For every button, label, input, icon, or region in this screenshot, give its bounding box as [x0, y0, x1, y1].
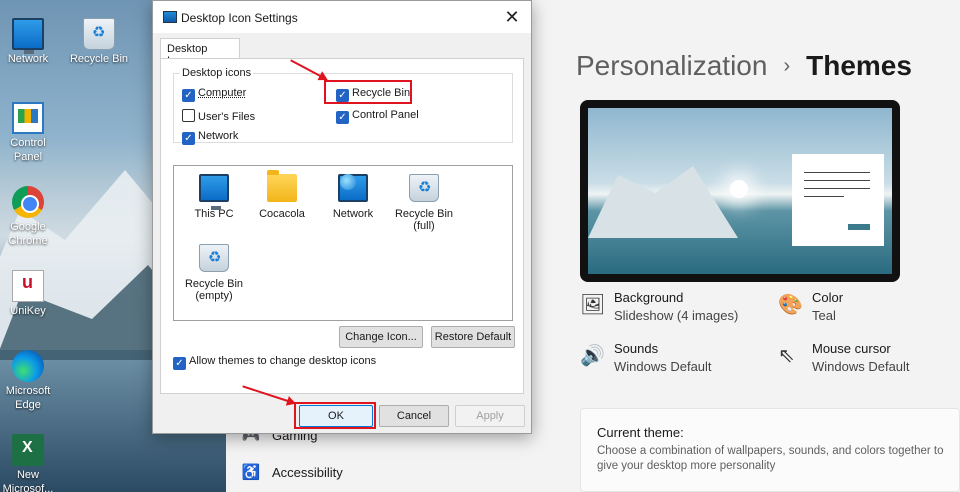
- cursor-icon: ⇖: [778, 345, 795, 367]
- desktop-icon-settings-dialog: Desktop Icon Settings ✕ Desktop Icons De…: [152, 0, 532, 434]
- setting-title: Mouse cursor: [812, 341, 891, 356]
- current-theme-heading: Current theme:: [597, 425, 684, 440]
- checkbox-network[interactable]: ✓ Network: [182, 130, 238, 145]
- list-item-label: Recycle Bin: [184, 278, 244, 290]
- recycle-bin-icon: [83, 18, 115, 50]
- desktop-icon-chrome[interactable]: Google Chrome: [0, 186, 60, 248]
- desktop-icon-network[interactable]: Network: [0, 18, 60, 66]
- setting-value: Teal: [812, 308, 836, 323]
- list-item-sublabel: (empty): [195, 290, 233, 302]
- list-item-recycle-bin-full[interactable]: Recycle Bin (full): [384, 174, 464, 232]
- image-icon: 🖼: [580, 294, 606, 316]
- palette-icon: 🎨: [778, 294, 803, 316]
- checkbox-allow-themes[interactable]: ✓ Allow themes to change desktop icons: [173, 355, 376, 370]
- desktop-icon-label: Microsoft Edge: [5, 385, 51, 411]
- page-title: Themes: [806, 50, 912, 81]
- setting-title: Sounds: [614, 341, 659, 356]
- checkbox-control-panel[interactable]: ✓ Control Panel: [336, 109, 419, 124]
- speaker-icon: 🔊: [580, 345, 605, 367]
- checkbox-label: Control Panel: [352, 109, 419, 121]
- checkbox-box[interactable]: ✓: [336, 111, 349, 124]
- theme-preview: [580, 100, 900, 282]
- breadcrumb-separator: ›: [783, 55, 791, 77]
- dialog-titlebar[interactable]: Desktop Icon Settings ✕: [153, 1, 531, 33]
- desktop-icon-label: UniKey: [10, 305, 46, 317]
- network-icon: [12, 18, 44, 54]
- desktop-icon-label: Control Panel: [10, 137, 46, 163]
- current-theme-description: Choose a combination of wallpapers, soun…: [597, 445, 944, 472]
- desktop-icon-excel[interactable]: New Microsof...: [0, 434, 60, 492]
- highlight-recycle-bin: [324, 80, 412, 104]
- desktop-icon-label: New Microsof...: [2, 469, 54, 492]
- monitor-icon: [163, 11, 177, 23]
- unikey-icon: [12, 270, 44, 302]
- checkbox-computer[interactable]: ✓ Computer: [182, 87, 246, 102]
- list-item-label: Network: [332, 208, 374, 220]
- folder-icon: [267, 170, 297, 202]
- icon-list[interactable]: This PC Cocacola Network Recycle Bin (fu…: [173, 165, 513, 321]
- restore-default-button[interactable]: Restore Default: [431, 326, 515, 348]
- tab-panel: Desktop icons ✓ Computer User's Files ✓ Ne…: [160, 58, 524, 394]
- accessibility-icon: ♿: [241, 464, 261, 481]
- nav-item-label: Accessibility: [272, 465, 343, 480]
- checkbox-label: User's Files: [198, 111, 256, 123]
- chrome-icon: [12, 186, 44, 218]
- desktop-icon-edge[interactable]: Microsoft Edge: [0, 350, 60, 412]
- desktop-icon-label: Network: [7, 53, 49, 65]
- control-panel-icon: [12, 102, 44, 134]
- preview-sun: [730, 180, 748, 198]
- dialog-title: Desktop Icon Settings: [181, 11, 298, 25]
- group-label: Desktop icons: [180, 67, 254, 79]
- checkbox-box[interactable]: ✓: [182, 132, 195, 145]
- close-icon[interactable]: ✕: [501, 6, 523, 28]
- breadcrumb: Personalization › Themes: [576, 50, 912, 82]
- setting-value: Slideshow (4 images): [614, 308, 739, 323]
- preview-window: [792, 154, 884, 246]
- network-icon: [338, 174, 368, 202]
- checkbox-users-files[interactable]: User's Files: [182, 109, 255, 124]
- edge-icon: [12, 350, 44, 382]
- recycle-bin-full-icon: [409, 174, 439, 202]
- setting-value: Windows Default: [614, 359, 712, 374]
- desktop-icon-recycle-bin[interactable]: Recycle Bin: [67, 18, 131, 66]
- list-item-recycle-bin-empty[interactable]: Recycle Bin (empty): [174, 244, 254, 302]
- tab-desktop-icons[interactable]: Desktop Icons: [160, 38, 240, 67]
- setting-title: Color: [812, 290, 844, 305]
- desktop-icon-unikey[interactable]: UniKey: [0, 270, 60, 318]
- nav-item-accessibility[interactable]: ♿ Accessibility: [240, 463, 343, 481]
- checkbox-label: Computer: [198, 87, 247, 99]
- checkbox-box[interactable]: [182, 109, 195, 122]
- list-item-sublabel: (full): [413, 220, 435, 232]
- desktop-icon-label: Recycle Bin: [69, 53, 129, 65]
- setting-value: Windows Default: [812, 359, 910, 374]
- recycle-bin-empty-icon: [199, 244, 229, 272]
- checkbox-box[interactable]: ✓: [173, 357, 186, 370]
- list-item-cocacola[interactable]: Cocacola: [242, 170, 322, 220]
- checkbox-box[interactable]: ✓: [182, 89, 195, 102]
- checkbox-label: Allow themes to change desktop icons: [189, 355, 377, 367]
- current-theme-card[interactable]: Current theme: Choose a combination of w…: [580, 408, 960, 492]
- desktop-icon-control-panel[interactable]: Control Panel: [0, 102, 60, 164]
- list-item-network[interactable]: Network: [313, 174, 393, 220]
- list-item-label: Recycle Bin: [394, 208, 454, 220]
- desktop-icon-label: Google Chrome: [8, 221, 48, 247]
- cancel-button[interactable]: Cancel: [379, 405, 449, 427]
- setting-title: Background: [614, 290, 684, 305]
- checkbox-label: Network: [198, 130, 239, 142]
- this-pc-icon: [199, 174, 229, 210]
- apply-button: Apply: [455, 405, 525, 427]
- breadcrumb-parent[interactable]: Personalization: [576, 50, 767, 81]
- theme-preview-screen: [588, 108, 892, 274]
- excel-icon: [12, 434, 44, 466]
- change-icon-button[interactable]: Change Icon...: [339, 326, 423, 348]
- list-item-label: Cocacola: [259, 208, 305, 220]
- preview-mountain: [588, 166, 738, 238]
- preview-accent-button: [848, 224, 870, 230]
- highlight-ok-button: [294, 402, 376, 429]
